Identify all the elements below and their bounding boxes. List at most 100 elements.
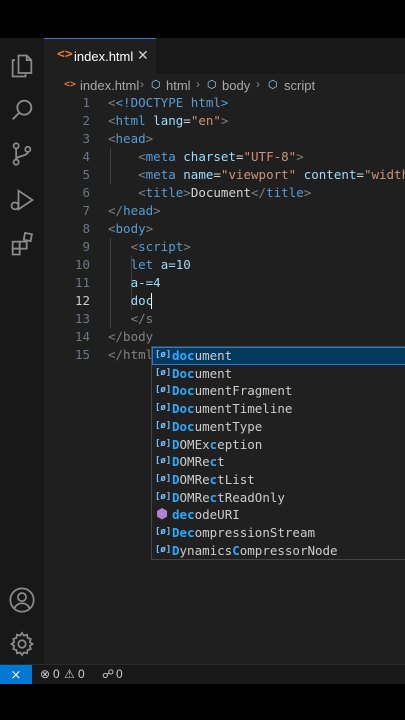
tab-index-html[interactable]: <> index.html ✕: [44, 38, 156, 74]
suggestion-match: Doc: [172, 401, 195, 417]
line-number: 15: [74, 347, 90, 362]
code-token: content: [303, 167, 357, 182]
code-token: script: [138, 239, 184, 254]
code-token: "en": [190, 113, 221, 128]
code-token: name: [183, 167, 214, 182]
variable-icon: [ø]: [155, 403, 172, 414]
suggestion-rest: OMEx: [179, 436, 210, 452]
suggestion-item[interactable]: [ø] DocumentType: [152, 418, 405, 436]
code-line: <<!DOCTYPE html>: [108, 95, 229, 110]
line-number: 6: [82, 185, 90, 200]
source-control-icon[interactable]: [8, 140, 36, 168]
code-line: </html: [108, 346, 153, 364]
code-token: "width=: [363, 167, 405, 182]
suggestion-item[interactable]: [ø] DOMRectList: [152, 471, 405, 489]
variable-icon: [ø]: [155, 544, 172, 555]
line-number: 8: [82, 221, 90, 236]
line-number: 1: [82, 95, 90, 110]
variable-icon: [ø]: [155, 473, 172, 484]
code-line: <script>: [130, 239, 191, 254]
close-icon[interactable]: ✕: [137, 48, 149, 64]
suggestion-match: c: [187, 525, 195, 540]
suggestion-match: C: [232, 542, 240, 558]
variable-icon: [ø]: [155, 367, 172, 378]
suggestion-item[interactable]: [ø] DecompressionStream: [152, 524, 405, 542]
code-line: a-=4: [108, 274, 161, 292]
html-file-icon: <>: [64, 79, 77, 90]
html-file-icon: <>: [57, 47, 73, 62]
breadcrumb-html[interactable]: html: [166, 78, 191, 93]
line-number-active: 12: [74, 293, 90, 308]
line-number: 13: [74, 311, 90, 326]
line-number: 10: [74, 257, 90, 272]
error-icon[interactable]: ⊗: [40, 667, 50, 681]
suggestion-match: D: [172, 436, 180, 452]
code-line: </body: [108, 328, 153, 346]
suggestion-item[interactable]: [ø] DOMRectReadOnly: [152, 489, 405, 507]
activity-bar: [0, 38, 44, 664]
suggestion-item[interactable]: [ø] DynamicsCompressorNode: [152, 542, 405, 559]
code-token: Document: [190, 185, 252, 200]
code-line: </head>: [108, 203, 161, 218]
code-line: <title>Document</title>: [138, 185, 312, 200]
code-line: let a=10: [108, 256, 191, 274]
autocomplete-suggestions: [ø] document [ø] Document [ø] DocumentFr…: [151, 346, 405, 560]
breadcrumb-file[interactable]: index.html: [80, 78, 139, 93]
code-token: meta: [145, 149, 176, 164]
suggestion-item[interactable]: [ø] DocumentTimeline: [152, 400, 405, 418]
suggestion-rest: tList: [217, 471, 255, 487]
code-token: <!DOCTYPE html>: [115, 95, 229, 110]
settings-gear-icon[interactable]: [8, 630, 36, 658]
explorer-icon[interactable]: [8, 52, 36, 80]
suggestion-rest: odeURI: [194, 507, 240, 523]
variable-icon: [ø]: [155, 420, 172, 431]
code-token: </body: [108, 329, 154, 344]
run-debug-icon[interactable]: [8, 186, 36, 214]
code-line-active: doc: [108, 292, 154, 310]
suggestion-rest: ompressorNode: [239, 542, 338, 558]
warning-count[interactable]: 0: [78, 667, 85, 681]
suggestion-match: Doc: [172, 418, 195, 434]
code-token: a=10: [160, 257, 191, 272]
suggestion-item[interactable]: [ø] DOMRect: [152, 453, 405, 471]
line-number: 2: [82, 113, 90, 128]
account-icon[interactable]: [8, 586, 36, 614]
code-line: <body>: [108, 221, 154, 236]
breadcrumb-body[interactable]: body: [222, 78, 250, 93]
code-line: <meta name="viewport" content="width=: [108, 166, 405, 184]
remote-icon[interactable]: ⨯: [0, 665, 32, 684]
code-token: </html: [108, 347, 154, 362]
suggestion-item[interactable]: [ø] DocumentFragment: [152, 382, 405, 400]
suggestion-item[interactable]: ⬢ decodeURI: [152, 506, 405, 524]
suggestion-rest: OMRe: [179, 471, 210, 487]
ports-icon[interactable]: ☍: [102, 667, 114, 681]
suggestion-rest: t: [217, 454, 225, 470]
code-token: a-=4: [130, 275, 161, 290]
error-count[interactable]: 0: [53, 667, 60, 681]
text-cursor: [151, 293, 152, 309]
extensions-icon[interactable]: [8, 230, 36, 258]
variable-icon: [ø]: [155, 527, 172, 537]
suggestion-match: D: [172, 525, 180, 540]
chevron-right-icon: ›: [196, 77, 200, 91]
variable-icon: [ø]: [155, 456, 172, 467]
tab-label: index.html: [74, 49, 134, 64]
suggestion-match: d: [172, 507, 180, 523]
ports-count[interactable]: 0: [116, 667, 123, 681]
suggestion-match: D: [172, 489, 180, 505]
warning-icon[interactable]: ⚠: [64, 667, 75, 681]
code-token: "viewport": [220, 167, 297, 182]
search-icon[interactable]: [8, 96, 36, 124]
breadcrumb-script[interactable]: script: [284, 78, 315, 93]
suggestion-rest: ynamics: [179, 542, 233, 558]
suggestion-item[interactable]: [ø] document: [152, 347, 405, 365]
tab-bar: <> index.html ✕: [44, 38, 405, 74]
suggestion-match: D: [172, 454, 180, 470]
code-token: html: [115, 113, 146, 128]
line-number: 3: [82, 131, 90, 146]
suggestion-rest: umentFragment: [194, 383, 293, 399]
suggestion-item[interactable]: [ø] Document: [152, 365, 405, 383]
suggestion-item[interactable]: [ø] DOMException: [152, 436, 405, 454]
suggestion-match: D: [172, 471, 180, 487]
suggestion-rest: OMRe: [179, 489, 210, 505]
